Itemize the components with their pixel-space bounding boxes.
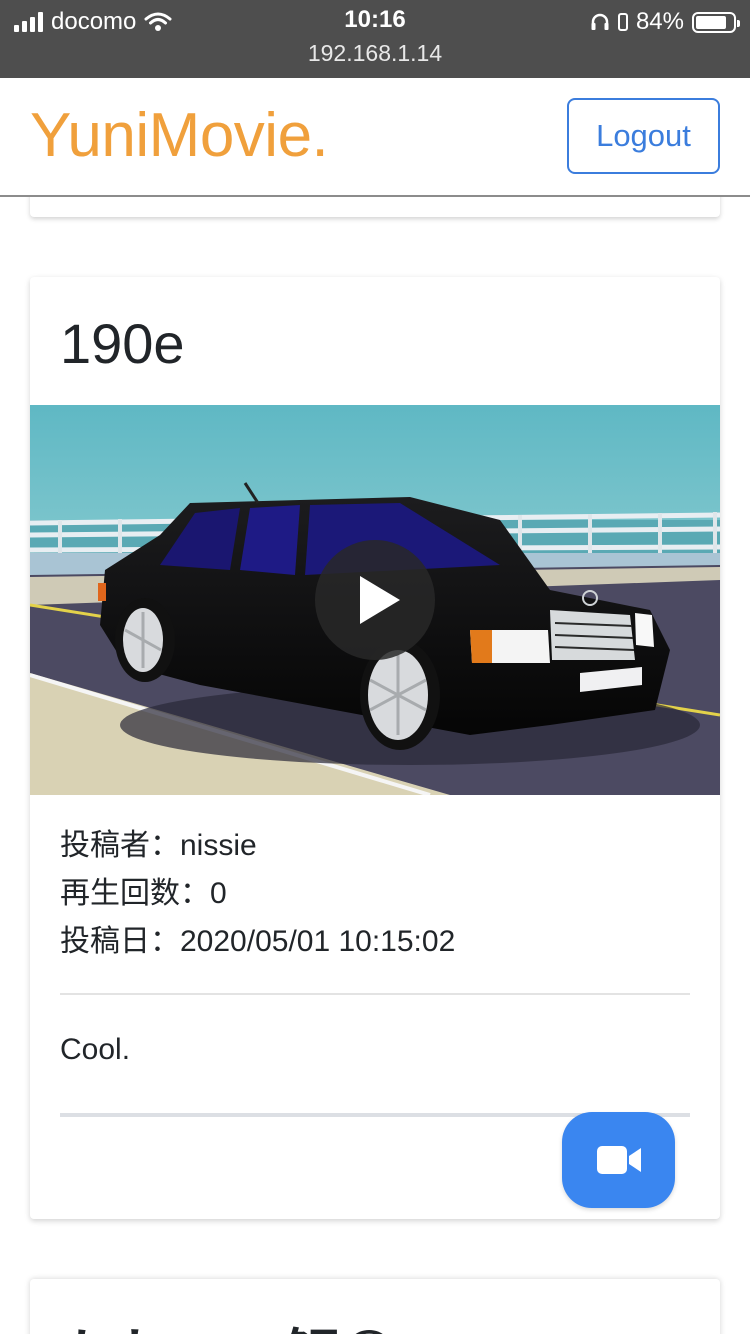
date-label: 投稿日： <box>60 925 180 958</box>
battery-icon <box>692 11 740 33</box>
divider <box>60 993 690 995</box>
brand-logo[interactable]: YuniMovie. <box>30 100 329 171</box>
status-bar: docomo 10:16 192.168.1.14 84% <box>0 0 750 78</box>
poster-row: 投稿者： nissie <box>60 822 455 870</box>
post-comment: Cool. <box>60 1033 131 1066</box>
views-label: 再生回数： <box>60 877 210 910</box>
post-date: 2020/05/01 10:15:02 <box>180 925 456 958</box>
post-title: 190e <box>60 312 185 375</box>
post-card: 190e 投稿者： nissie 再生回数： 0 投稿日： 2020/05/01… <box>30 277 720 1219</box>
navbar: YuniMovie. Logout <box>0 78 750 197</box>
video-camera-icon <box>596 1146 641 1174</box>
orientation-lock-icon <box>617 13 628 31</box>
address-bar-url[interactable]: 192.168.1.14 <box>0 40 750 67</box>
logout-button[interactable]: Logout <box>567 98 720 174</box>
views-count: 0 <box>210 877 227 910</box>
status-right: 84% <box>590 8 740 36</box>
next-post-card: かわいい鯉😳🐟 <box>30 1279 720 1334</box>
views-row: 再生回数： 0 <box>60 870 455 918</box>
poster-name: nissie <box>180 829 257 862</box>
poster-label: 投稿者： <box>60 829 180 862</box>
date-row: 投稿日： 2020/05/01 10:15:02 <box>60 918 455 966</box>
upload-video-button[interactable] <box>562 1112 675 1208</box>
video-player[interactable] <box>30 405 720 795</box>
battery-percent: 84% <box>635 8 684 35</box>
battery-level <box>696 15 727 29</box>
next-post-title: かわいい鯉😳🐟 <box>60 1311 468 1334</box>
headphones-icon <box>591 13 609 30</box>
play-button[interactable] <box>315 540 435 660</box>
post-meta: 投稿者： nissie 再生回数： 0 投稿日： 2020/05/01 10:1… <box>60 822 455 966</box>
play-icon <box>360 576 400 624</box>
